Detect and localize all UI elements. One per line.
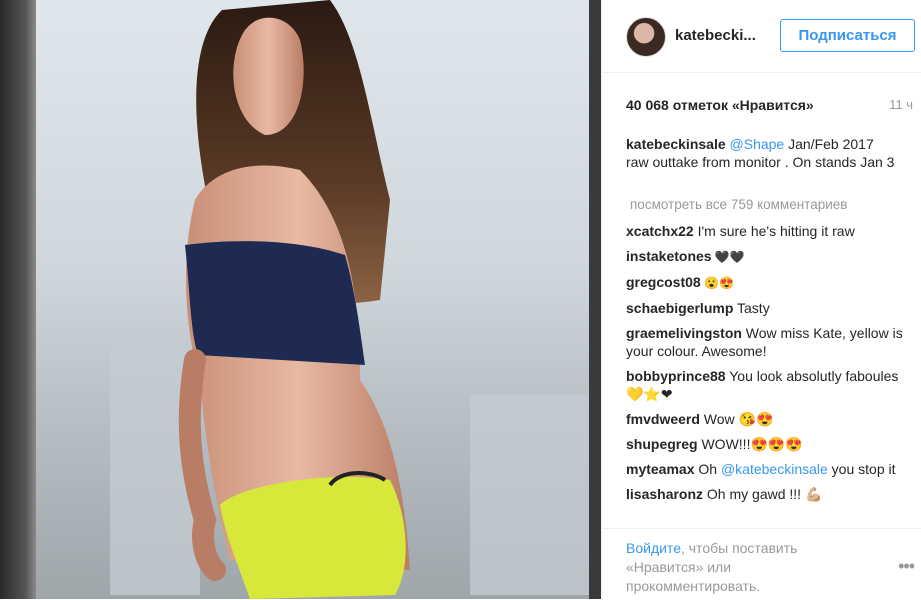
more-options-icon[interactable]: ••• — [898, 556, 915, 577]
header-username[interactable]: katebecki... — [675, 27, 756, 44]
comment-user[interactable]: gregcost08 — [626, 274, 701, 290]
comment-text: you stop it — [827, 461, 896, 477]
comment-item: shupegreg WOW!!!😍😍😍 — [626, 435, 911, 453]
comment-user[interactable]: graemelivingston — [626, 325, 742, 341]
login-link[interactable]: Войдите — [626, 540, 681, 556]
comment-text: Oh my gawd !!! 💪🏼 — [703, 486, 823, 502]
comment-user[interactable]: bobbyprince88 — [626, 368, 726, 384]
comment-item: schaebigerlump Tasty — [626, 299, 911, 317]
caption-author[interactable]: katebeckinsale — [626, 136, 726, 152]
monitor-frame-left — [0, 0, 36, 599]
comment-text: 😮😍 — [700, 276, 734, 290]
avatar[interactable] — [626, 17, 666, 57]
comment-user[interactable]: instaketones — [626, 248, 712, 264]
comment-user[interactable]: shupegreg — [626, 436, 698, 452]
post-caption: katebeckinsale @Shape Jan/Feb 2017 raw o… — [626, 135, 896, 171]
comment-item: xcatchx22 I'm sure he's hitting it raw — [626, 222, 911, 240]
comment-item: graemelivingston Wow miss Kate, yellow i… — [626, 324, 911, 360]
likes-count[interactable]: 40 068 отметок «Нравится» — [626, 97, 814, 113]
view-all-comments-link[interactable]: посмотреть все 759 комментариев — [630, 197, 847, 212]
photo-figure — [178, 0, 410, 599]
comment-text: Wow 😘😍 — [699, 411, 774, 427]
login-prompt: Войдите, чтобы поставить «Нравится» или … — [602, 528, 921, 600]
comment-user[interactable]: fmvdweerd — [626, 411, 700, 427]
comment-item: lisasharonz Oh my gawd !!! 💪🏼 — [626, 485, 911, 503]
post-sidebar: katebecki... Подписаться 40 068 отметок … — [601, 0, 921, 599]
post-time[interactable]: 11 ч — [889, 97, 913, 112]
comment-user[interactable]: lisasharonz — [626, 486, 703, 502]
caption-mention[interactable]: @Shape — [730, 136, 785, 152]
comment-item: gregcost08 😮😍 — [626, 273, 911, 292]
comment-mention[interactable]: @katebeckinsale — [721, 461, 828, 477]
comment-text: I'm sure he's hitting it raw — [693, 223, 855, 239]
comment-item: myteamax Oh @katebeckinsale you stop it — [626, 460, 911, 478]
comment-user[interactable]: schaebigerlump — [626, 300, 733, 316]
comment-text: Tasty — [733, 300, 770, 316]
comment-text: 🖤🖤 — [711, 250, 745, 264]
login-text: Войдите, чтобы поставить «Нравится» или … — [626, 539, 866, 596]
post-header: katebecki... Подписаться — [602, 0, 921, 73]
comment-item: fmvdweerd Wow 😘😍 — [626, 410, 911, 428]
comment-text: WOW!!!😍😍😍 — [697, 436, 803, 452]
comment-item: instaketones 🖤🖤 — [626, 247, 911, 266]
comment-user[interactable]: myteamax — [626, 461, 695, 477]
comment-item: bobbyprince88 You look absolutly faboule… — [626, 367, 911, 403]
comment-user[interactable]: xcatchx22 — [626, 223, 694, 239]
follow-button[interactable]: Подписаться — [780, 19, 915, 52]
post-photo[interactable] — [0, 0, 601, 599]
monitor-frame-right — [589, 0, 601, 599]
comment-text: Oh — [694, 461, 721, 477]
comment-list: xcatchx22 I'm sure he's hitting it raw i… — [626, 222, 911, 510]
